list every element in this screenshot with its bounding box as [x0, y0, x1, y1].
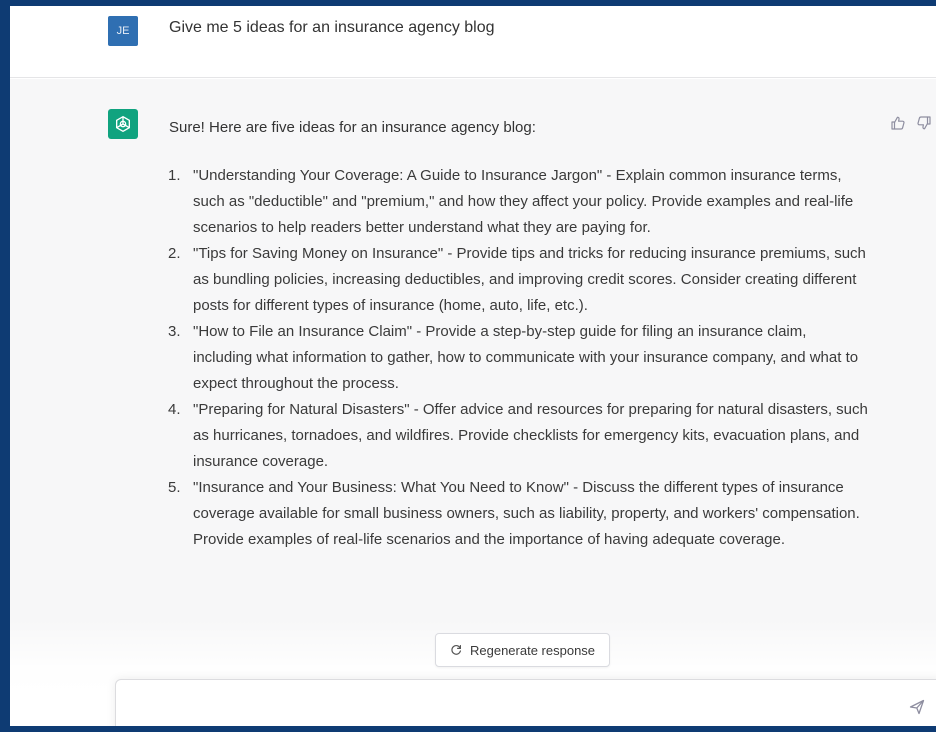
- feedback-buttons: [890, 115, 932, 136]
- list-item: 2. "Tips for Saving Money on Insurance" -…: [168, 241, 868, 319]
- list-item: 4. "Preparing for Natural Disasters" - Of…: [168, 397, 868, 475]
- list-item-number: 4.: [168, 401, 181, 418]
- ideas-list: 1. "Understanding Your Coverage: A Guide …: [168, 163, 868, 553]
- chatgpt-logo-icon: [108, 109, 138, 139]
- regenerate-response-button[interactable]: Regenerate response: [435, 633, 611, 667]
- user-message-row: JE Give me 5 ideas for an insurance agen…: [10, 6, 936, 78]
- list-item-number: 5.: [168, 479, 181, 496]
- list-item-text: "Preparing for Natural Disasters" - Offe…: [193, 401, 868, 470]
- chat-window: JE Give me 5 ideas for an insurance agen…: [10, 6, 936, 726]
- list-item-text: "Tips for Saving Money on Insurance" - P…: [193, 245, 866, 314]
- send-icon[interactable]: [908, 698, 926, 716]
- list-item-number: 3.: [168, 323, 181, 340]
- message-input-box[interactable]: [115, 679, 936, 726]
- list-item-text: "Insurance and Your Business: What You N…: [193, 479, 860, 548]
- assistant-message-row: Sure! Here are five ideas for an insuran…: [10, 79, 936, 726]
- list-item-text: "Understanding Your Coverage: A Guide to…: [193, 167, 854, 236]
- assistant-intro-text: Sure! Here are five ideas for an insuran…: [169, 119, 536, 136]
- thumbs-up-icon[interactable]: [890, 115, 906, 136]
- list-item-number: 2.: [168, 245, 181, 262]
- user-avatar: JE: [108, 16, 138, 46]
- list-item: 1. "Understanding Your Coverage: A Guide …: [168, 163, 868, 241]
- list-item: 3. "How to File an Insurance Claim" - Pro…: [168, 319, 868, 397]
- user-message-text: Give me 5 ideas for an insurance agency …: [169, 19, 495, 36]
- message-input[interactable]: [130, 694, 890, 718]
- thumbs-down-icon[interactable]: [916, 115, 932, 136]
- list-item-number: 1.: [168, 167, 181, 184]
- refresh-icon: [451, 645, 461, 655]
- list-item: 5. "Insurance and Your Business: What You…: [168, 475, 868, 553]
- regenerate-label: Regenerate response: [470, 642, 596, 658]
- list-item-text: "How to File an Insurance Claim" - Provi…: [193, 323, 859, 392]
